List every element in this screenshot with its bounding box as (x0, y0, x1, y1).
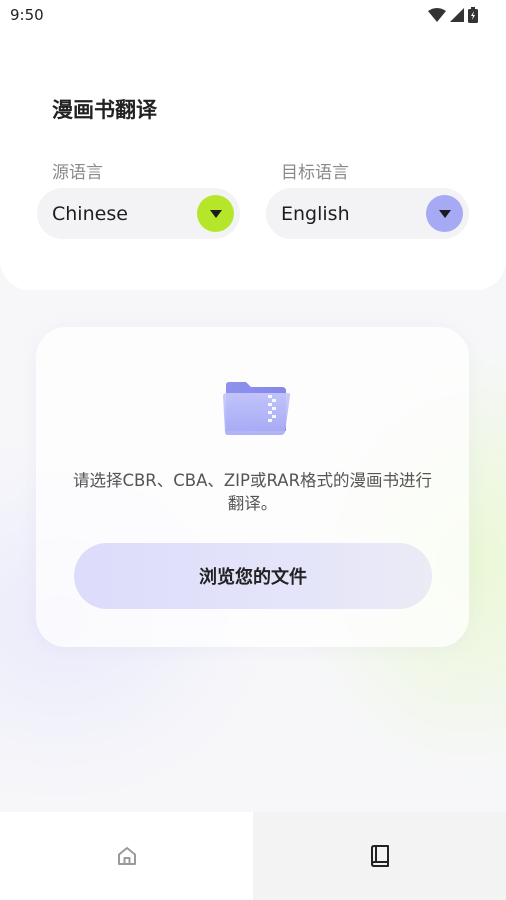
upload-hint: 请选择CBR、CBA、ZIP或RAR格式的漫画书进行翻译。 (72, 471, 433, 513)
app-screen: 漫画书翻译 源语言 Chinese 目标语言 English 9:50 请选择C… (0, 0, 506, 900)
source-language-label: 源语言 (52, 163, 103, 183)
chevron-down-icon[interactable] (426, 195, 463, 232)
source-language-select[interactable]: Chinese (37, 188, 240, 239)
bottom-nav (0, 812, 506, 900)
source-language-value: Chinese (52, 202, 128, 225)
target-language-select[interactable]: English (266, 188, 469, 239)
signal-icon (450, 8, 464, 22)
upload-card: 请选择CBR、CBA、ZIP或RAR格式的漫画书进行翻译。 浏览您的文件 (36, 327, 469, 647)
folder-zip-icon (223, 382, 291, 435)
status-time: 9:50 (10, 6, 44, 24)
battery-icon (468, 7, 478, 23)
target-language-label: 目标语言 (281, 163, 349, 183)
book-icon (370, 845, 389, 867)
target-language-value: English (281, 202, 350, 225)
home-icon (117, 847, 136, 865)
nav-item-books[interactable] (253, 812, 506, 900)
language-settings-card: 漫画书翻译 源语言 Chinese 目标语言 English (0, 0, 506, 290)
nav-item-home[interactable] (0, 812, 253, 900)
page-title: 漫画书翻译 (52, 98, 157, 122)
status-bar: 9:50 (0, 0, 506, 30)
chevron-down-icon[interactable] (197, 195, 234, 232)
status-icons (428, 7, 478, 23)
wifi-icon (428, 8, 446, 22)
browse-files-button[interactable]: 浏览您的文件 (74, 543, 432, 609)
